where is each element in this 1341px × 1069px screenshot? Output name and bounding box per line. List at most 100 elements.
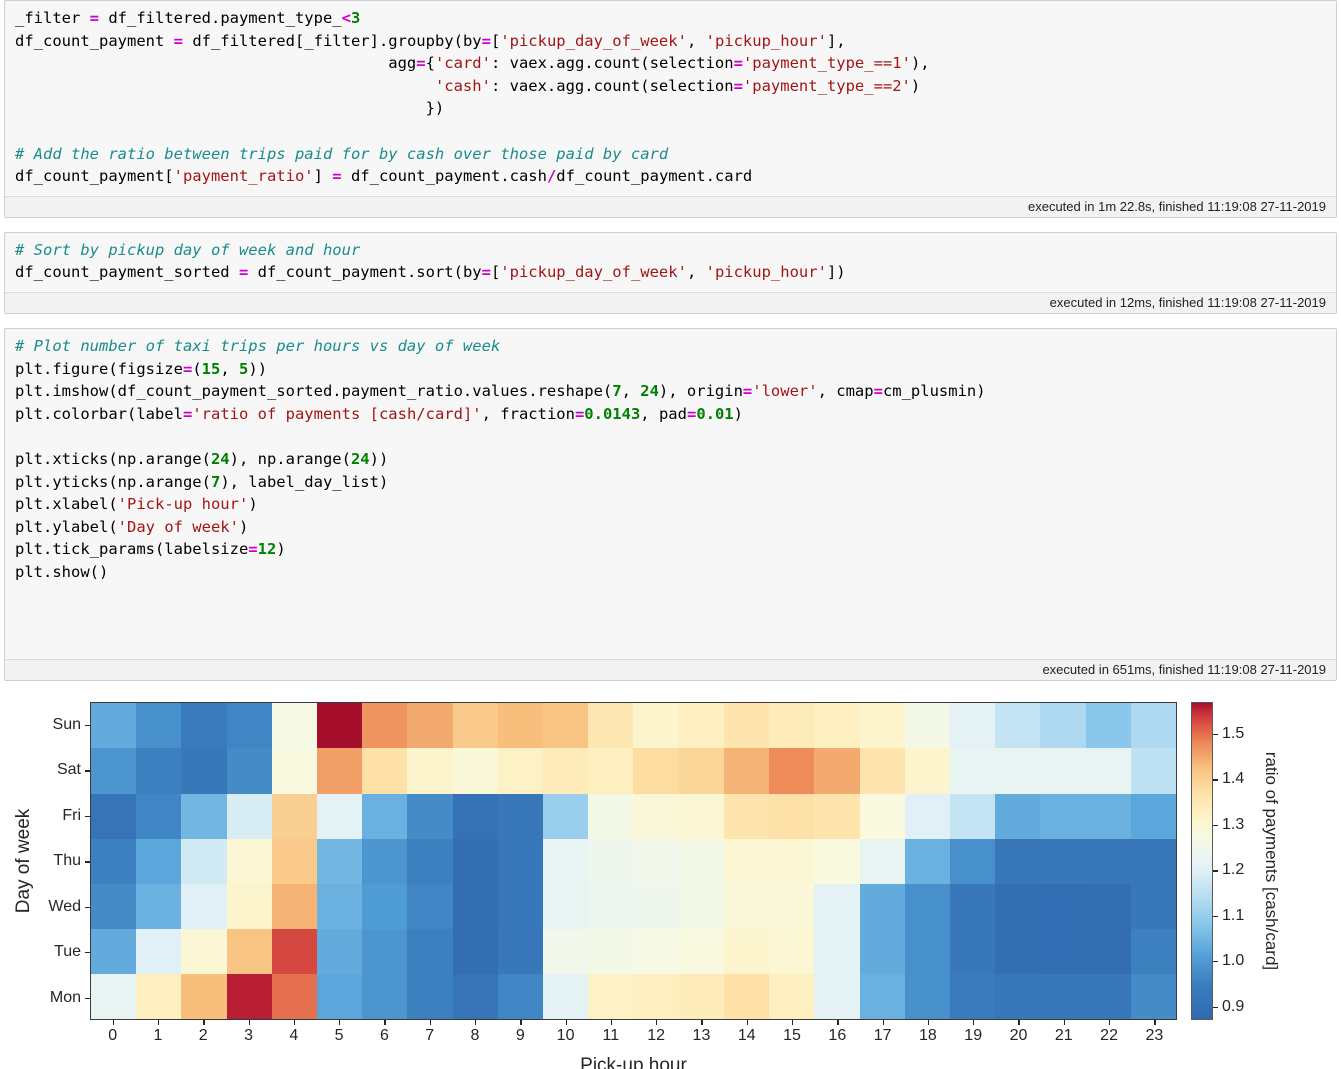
colorbar-tick-mark [1213,915,1218,918]
heatmap-cell [362,793,408,839]
heatmap-cell [407,838,453,884]
heatmap-cell [769,703,815,749]
heatmap-cell [407,793,453,839]
heatmap-cell [136,974,182,1020]
heatmap-cell [769,838,815,884]
code-token: , cmap [817,382,874,401]
heatmap-cell [91,974,137,1020]
heatmap-cell [136,838,182,884]
code-token: plt.yticks(np.arange( [15,472,211,491]
code-token: 15 [201,359,221,378]
x-tick-mark [157,1020,160,1026]
heatmap-cell [317,703,363,749]
code-token: ]) [826,263,846,282]
heatmap-cell [769,793,815,839]
heatmap-cell [949,928,996,975]
cell-plot[interactable]: # Plot number of taxi trips per hours vs… [4,327,1337,682]
x-tick-mark [973,1020,975,1026]
code-token: 7 [612,382,622,401]
heatmap-cell [723,748,770,794]
heatmap-cell [995,793,1041,839]
heatmap-cell [1130,883,1176,929]
code-token: , [621,382,641,401]
code-source[interactable]: # Sort by pickup day of week and hour df_… [5,233,1336,292]
code-token: cm_plusmin) [882,382,986,401]
code-token: 'payment_ratio' [173,167,314,186]
y-tick-label: Thu [53,852,81,870]
code-line: plt.xticks(np.arange(24), np.arange(24)) [15,448,1326,471]
code-token: 0.0143 [584,404,641,423]
heatmap-cell [859,928,905,975]
code-token: plt.xlabel( [15,495,118,514]
heatmap-cell [497,883,544,929]
colorbar-tick-mark [1213,779,1218,781]
heatmap-cell [407,928,453,975]
heatmap-cell [271,838,318,884]
heatmap-cell [995,703,1041,749]
x-tick-mark [927,1020,930,1026]
code-source[interactable]: _filter = df_filtered.payment_type_<3 df_… [5,1,1336,196]
heatmap-cell [317,928,363,975]
heatmap-cell [1085,928,1131,975]
heatmap-cell [814,928,860,975]
heatmap-cell [904,748,950,794]
code-token: 5 [239,359,249,378]
code-token: , [686,31,706,50]
cell-sort[interactable]: # Sort by pickup day of week and hour df_… [4,231,1337,314]
y-axis-label-wrap: Day of week [13,695,34,1015]
heatmap-cell [1130,838,1176,884]
heatmap-cell [543,838,589,884]
heatmap-cell [1085,974,1131,1020]
cell-payment-groupby[interactable]: _filter = df_filtered.payment_type_<3 df_… [4,0,1337,218]
code-token: = [332,167,342,186]
heatmap-cell [136,883,182,929]
code-line: df_count_payment_sorted = df_count_payme… [15,261,1326,284]
heatmap-cell [1085,793,1131,839]
code-line: _filter = df_filtered.payment_type_<3 [15,7,1326,30]
heatmap-cell [317,748,363,794]
code-token: = [733,76,743,95]
heatmap-cell [904,793,950,839]
code-token: = [686,404,697,423]
code-source[interactable]: # Plot number of taxi trips per hours vs… [5,329,1336,659]
x-tick-mark [112,1020,114,1026]
code-token: }) [15,99,445,118]
code-token: df_count_payment [15,31,174,50]
heatmap-cell [859,883,905,929]
code-token: 'ratio of payments [cash/card]' [192,404,482,423]
code-token: ) [276,540,286,559]
heatmap-cell [497,703,544,749]
execution-status: executed in 1m 22.8s, finished 11:19:08 … [5,195,1336,217]
heatmap-cell [181,974,227,1020]
y-axis-label: Day of week [13,808,34,914]
heatmap-cell [317,974,363,1020]
heatmap-cell [271,974,318,1020]
code-token: = [481,263,491,282]
heatmap-cell [362,748,408,794]
heatmap-cell [317,838,363,884]
code-line: plt.show() [15,561,1326,584]
heatmap-cell [136,748,182,794]
heatmap-cell [317,883,363,929]
heatmap-cell [769,748,815,794]
code-token: _filter [15,9,90,27]
x-tick-mark [384,1020,386,1026]
heatmap-cell [769,974,815,1020]
code-token: agg [15,54,417,73]
heatmap-cell [452,748,498,794]
heatmap-figure: Day of week Sun Sat Fri Thu Wed Tue Mon 012345… [4,695,1337,1069]
code-token: # Plot number of taxi trips per hours vs… [15,336,501,355]
code-token: # Sort by pickup day of week and hour [15,240,361,259]
heatmap-cell [1040,703,1086,749]
colorbar-tick-mark [1213,1006,1218,1008]
code-token: [ [490,263,501,282]
code-token: = [182,359,193,378]
x-tick-label: 8 [470,1027,480,1045]
heatmap-cell [1040,748,1086,794]
heatmap-cell [452,793,498,839]
heatmap-cell [588,974,634,1020]
heatmap-cell [226,793,272,839]
x-tick-label: 18 [918,1027,937,1045]
heatmap-cell [588,928,634,975]
